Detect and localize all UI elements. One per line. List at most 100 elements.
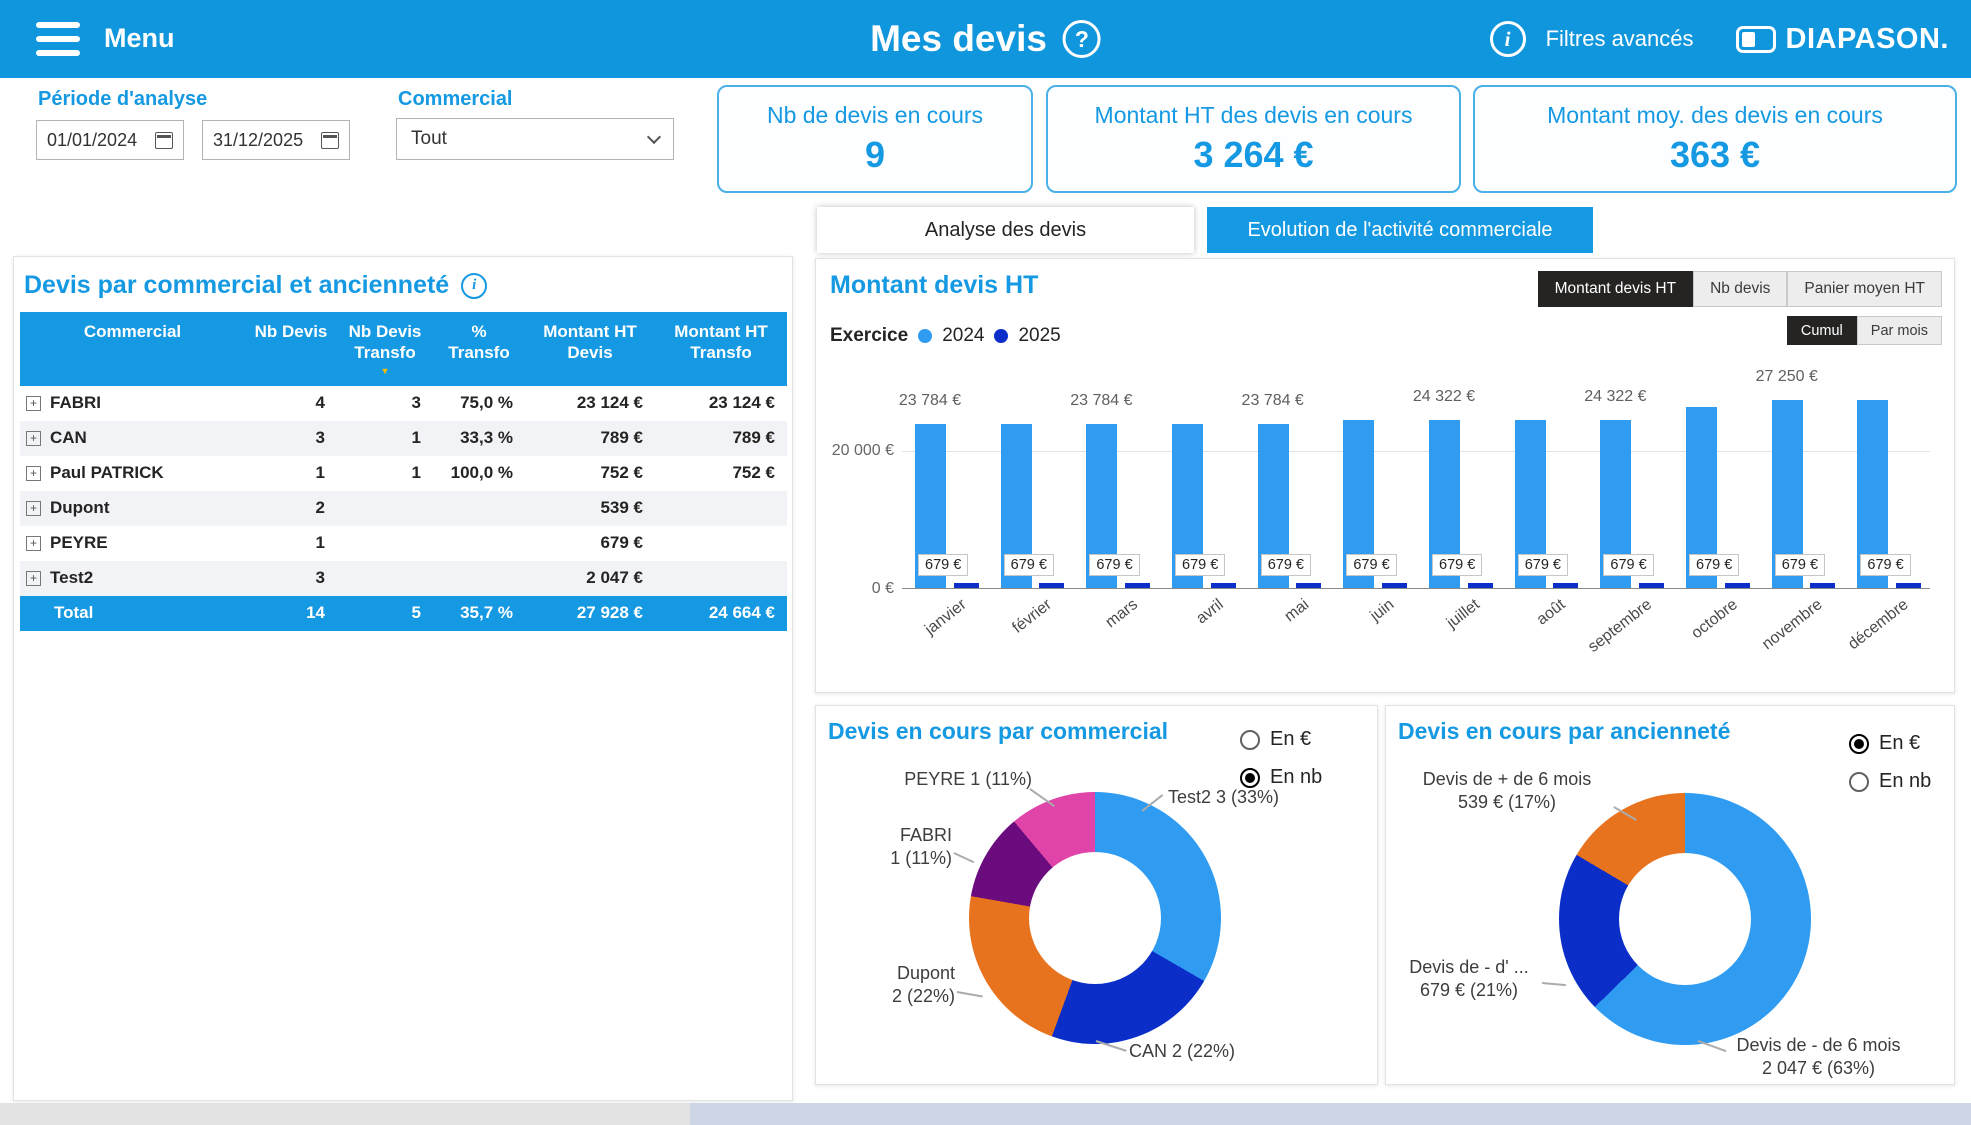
bar-group-septembre[interactable]: 24 322 €679 €septembre [1587,379,1673,588]
bar-2025[interactable] [1039,583,1064,588]
bar-2025-value-label: 679 € [1089,554,1139,576]
bar-2025[interactable] [1896,583,1921,588]
tab-analyse-des-devis[interactable]: Analyse des devis [817,207,1194,253]
leader-line [954,852,975,863]
segment-label-moins-d: Devis de - d' ...679 € (21%) [1398,956,1540,1003]
bar-value-label: 23 784 € [899,392,961,410]
button-cumul[interactable]: Cumul [1787,316,1857,345]
expand-row-icon[interactable]: + [26,501,41,516]
kpi-label: Montant moy. des devis en cours [1475,102,1955,129]
radio-icon-selected[interactable] [1849,734,1869,754]
total-nb-devis: 14 [245,596,337,631]
radio-icon-selected[interactable] [1240,768,1260,788]
commercial-label: Commercial [398,88,513,111]
panel-devis-par-commercial-table: Devis par commercial et ancienneté i Com… [13,256,793,1101]
donut-chart-anciennete[interactable] [1559,793,1811,1045]
bar-2025[interactable] [1468,583,1493,588]
panel-title: Devis par commercial et ancienneté [24,271,449,300]
bar-group-mars[interactable]: 23 784 €679 €mars [1073,379,1159,588]
radio-en-euro[interactable]: En € [1849,732,1931,755]
bar-group-octobre[interactable]: 679 €octobre [1673,379,1759,588]
unit-radio-group: En € En nb [1240,728,1322,789]
button-par-mois[interactable]: Par mois [1857,316,1942,345]
bar-group-avril[interactable]: 679 €avril [1159,379,1245,588]
commercial-select[interactable]: Tout [396,118,674,160]
calendar-icon[interactable] [155,132,173,149]
donut-chart-commercial[interactable] [969,792,1221,1044]
table-row[interactable]: +FABRI 4 3 75,0 % 23 124 € 23 124 € [20,386,787,421]
kpi-value: 363 € [1475,134,1955,176]
bar-2025[interactable] [1125,583,1150,588]
segment-label-fabri: FABRI1 (11%) [868,824,952,871]
tab-evolution-activite[interactable]: Evolution de l'activité commerciale [1207,207,1593,253]
commercial-name: Test2 [50,568,93,588]
expand-row-icon[interactable]: + [26,396,41,411]
column-header-commercial[interactable]: Commercial [20,312,245,386]
pct-transfo-cell: 75,0 % [433,386,525,421]
column-header-nb-devis-transfo[interactable]: Nb Devis Transfo▼ [337,312,433,386]
column-header-pct-transfo[interactable]: % Transfo [433,312,525,386]
button-montant-devis-ht[interactable]: Montant devis HT [1538,271,1693,307]
bar-2025[interactable] [1296,583,1321,588]
bar-2025-value-label: 679 € [1432,554,1482,576]
button-nb-devis[interactable]: Nb devis [1693,271,1787,307]
commercial-select-value: Tout [411,128,447,150]
bar-group-juillet[interactable]: 24 322 €679 €juillet [1416,379,1502,588]
date-from-input[interactable]: 01/01/2024 [36,120,184,160]
table-row[interactable]: +CAN 3 1 33,3 % 789 € 789 € [20,421,787,456]
total-label: Total [20,596,245,631]
mode-button-group: Cumul Par mois [1787,316,1942,345]
commercial-name: FABRI [50,393,101,413]
help-icon[interactable]: ? [1063,20,1101,58]
bar-2025[interactable] [1639,583,1664,588]
bar-2025[interactable] [954,583,979,588]
hamburger-menu-icon[interactable] [36,22,80,56]
chevron-down-icon [647,129,661,143]
table-row[interactable]: +Dupont 2 539 € [20,491,787,526]
table-row[interactable]: +Paul PATRICK 1 1 100,0 % 752 € 752 € [20,456,787,491]
montant-ht-transfo-cell: 752 € [655,456,787,491]
filtres-avances-link[interactable]: Filtres avancés [1546,26,1694,52]
bar-group-août[interactable]: 679 €août [1502,379,1588,588]
bar-group-février[interactable]: 679 €février [988,379,1074,588]
x-axis-label: février [1009,596,1055,638]
table-row[interactable]: +Test2 3 2 047 € [20,561,787,596]
expand-row-icon[interactable]: + [26,571,41,586]
bar-group-décembre[interactable]: 679 €décembre [1844,379,1930,588]
bar-group-janvier[interactable]: 23 784 €679 €janvier [902,379,988,588]
button-panier-moyen-ht[interactable]: Panier moyen HT [1787,271,1942,307]
radio-en-euro[interactable]: En € [1240,728,1322,751]
expand-row-icon[interactable]: + [26,536,41,551]
column-header-montant-ht-devis[interactable]: Montant HT Devis [525,312,655,386]
column-header-montant-ht-transfo[interactable]: Montant HT Transfo [655,312,787,386]
radio-en-nb[interactable]: En nb [1849,770,1931,793]
montant-ht-transfo-cell [655,491,787,526]
expand-row-icon[interactable]: + [26,466,41,481]
info-icon[interactable]: i [1490,21,1526,57]
bar-2025[interactable] [1725,583,1750,588]
bar-value-label: 27 250 € [1756,368,1818,386]
bar-2025-value-label: 679 € [1689,554,1739,576]
radio-icon[interactable] [1240,730,1260,750]
column-header-nb-devis[interactable]: Nb Devis [245,312,337,386]
legend-dot-2025 [994,329,1008,343]
bar-group-novembre[interactable]: 27 250 €679 €novembre [1759,379,1845,588]
bar-2025[interactable] [1382,583,1407,588]
bar-2025[interactable] [1553,583,1578,588]
bar-group-juin[interactable]: 679 €juin [1330,379,1416,588]
info-icon[interactable]: i [461,273,487,299]
bar-2025[interactable] [1810,583,1835,588]
montant-ht-devis-cell: 789 € [525,421,655,456]
kpi-label: Nb de devis en cours [719,102,1031,129]
table-row[interactable]: +PEYRE 1 679 € [20,526,787,561]
bar-2025[interactable] [1211,583,1236,588]
calendar-icon[interactable] [321,132,339,149]
expand-row-icon[interactable]: + [26,431,41,446]
bar-group-mai[interactable]: 23 784 €679 €mai [1245,379,1331,588]
radio-icon[interactable] [1849,772,1869,792]
bar-2025-value-label: 679 € [1775,554,1825,576]
date-to-input[interactable]: 31/12/2025 [202,120,350,160]
panel-montant-devis-ht: Montant devis HT Montant devis HT Nb dev… [815,258,1955,693]
horizontal-scrollbar[interactable] [690,1103,1971,1125]
menu-label[interactable]: Menu [104,23,175,54]
